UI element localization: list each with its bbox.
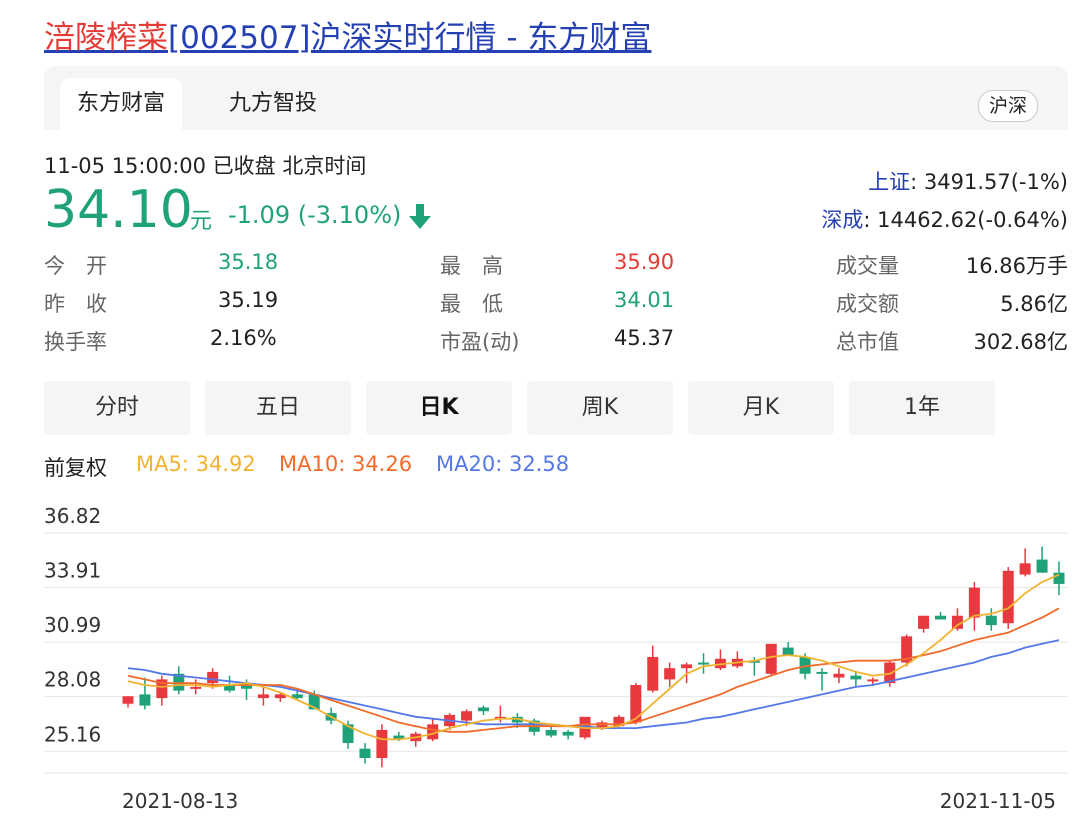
kline-chart[interactable]: 36.82 33.91 30.99 28.08 25.16 2021-08-13 2021-… (0, 490, 1080, 824)
x-tick-label: 2021-11-05 (940, 789, 1056, 813)
stat-mktcap-label: 总市值 (836, 330, 899, 354)
candle-body (139, 694, 151, 706)
candle-body (122, 696, 134, 704)
candle-body (681, 664, 693, 669)
stat-volume-value: 16.86万手 (965, 254, 1068, 278)
candle-body (359, 748, 371, 759)
candle-body (190, 686, 202, 689)
index-sh-value: : 3491.57(-1%) (910, 170, 1068, 194)
stat-turnover-label: 换手率 (44, 330, 107, 354)
tab-intraday[interactable]: 分时 (44, 381, 190, 435)
ma20-line (127, 639, 1060, 730)
adjust-mode[interactable]: 前复权 (44, 452, 107, 482)
candle-body (968, 587, 980, 618)
stock-name[interactable]: 涪陵榨菜 (44, 20, 168, 56)
index-sh[interactable]: 上证: 3491.57(-1%) (868, 166, 1068, 196)
stat-volume-label: 成交量 (836, 254, 899, 278)
tab-daily-k[interactable]: 日K (366, 381, 512, 435)
index-sz-name[interactable]: 深成 (821, 208, 863, 232)
ma20-legend: MA20: 32.58 (436, 452, 570, 476)
market-button[interactable]: 沪深 (977, 90, 1038, 122)
y-tick-label: 36.82 (44, 504, 101, 528)
candle-body (782, 647, 794, 656)
title-rest[interactable]: [002507]沪深实时行情 - 东方财富 (168, 20, 651, 56)
x-tick-label: 2021-08-13 (122, 789, 238, 813)
tab-jiufang[interactable]: 九方智投 (210, 78, 336, 130)
stat-mktcap-value: 302.68亿 (973, 330, 1068, 354)
ma5-line (127, 573, 1060, 741)
stat-turnover-value: 2.16% (210, 326, 277, 350)
stat-prevclose-label: 昨 收 (44, 292, 107, 316)
candle-body (647, 656, 659, 691)
stat-low-label: 最 低 (440, 292, 503, 316)
candle-body (207, 671, 219, 684)
candle-body (918, 615, 930, 629)
candle-body (477, 707, 489, 712)
down-arrow-icon (409, 204, 431, 229)
tab-one-year[interactable]: 1年 (849, 381, 995, 435)
stat-prevclose-value: 35.19 (218, 288, 279, 312)
stat-high-label: 最 高 (440, 254, 503, 278)
ma10-legend: MA10: 34.26 (279, 452, 413, 476)
page-title[interactable]: 涪陵榨菜[002507]沪深实时行情 - 东方财富 (44, 12, 651, 57)
candle-body (816, 671, 828, 674)
candle-body (867, 679, 879, 682)
tab-weekly-k[interactable]: 周K (527, 381, 673, 435)
candle-body (698, 662, 710, 665)
stat-high-value: 35.90 (614, 250, 675, 274)
candle-body (562, 731, 574, 736)
index-sz-value: : 14462.62(-0.64%) (863, 208, 1068, 232)
candle-body (850, 675, 862, 680)
stat-amount-label: 成交额 (836, 292, 899, 316)
candle-body (257, 694, 269, 699)
candle-body (833, 673, 845, 678)
candle-body (545, 729, 557, 736)
y-tick-label: 33.91 (44, 558, 101, 582)
candle-body (376, 729, 388, 759)
candle-body (461, 711, 473, 721)
candle-body (630, 685, 642, 723)
tab-eastmoney[interactable]: 东方财富 (60, 78, 182, 130)
stat-amount-value: 5.86亿 (1000, 292, 1068, 316)
index-sz[interactable]: 深成: 14462.62(-0.64%) (821, 204, 1068, 234)
ma5-legend: MA5: 34.92 (136, 452, 256, 476)
candle-body (1053, 572, 1065, 584)
candle-body (1002, 570, 1014, 624)
stat-low-value: 34.01 (614, 288, 675, 312)
y-tick-label: 28.08 (44, 668, 101, 692)
index-sh-name[interactable]: 上证 (868, 170, 910, 194)
price-change: -1.09 (-3.10%) (228, 201, 402, 229)
stat-open-label: 今 开 (44, 254, 107, 278)
candle-body (664, 668, 676, 680)
quote-timestamp: 11-05 15:00:00 已收盘 北京时间 (44, 154, 367, 178)
source-tab-bar: 东方财富 九方智投 沪深 (44, 66, 1068, 130)
y-tick-label: 25.16 (44, 722, 101, 746)
tab-five-day[interactable]: 五日 (205, 381, 351, 435)
stat-open-value: 35.18 (218, 250, 279, 274)
candle-body (765, 643, 777, 674)
stat-pe-value: 45.37 (614, 326, 675, 350)
y-tick-label: 30.99 (44, 613, 101, 637)
candle-body (1036, 559, 1048, 573)
price-unit: 元 (190, 209, 213, 234)
candle-body (935, 615, 947, 620)
tab-monthly-k[interactable]: 月K (688, 381, 834, 435)
stat-pe-label: 市盈(动) (440, 330, 520, 354)
current-price: 34.10 (44, 180, 193, 240)
candle-body (985, 615, 997, 626)
candle-body (1019, 563, 1031, 575)
